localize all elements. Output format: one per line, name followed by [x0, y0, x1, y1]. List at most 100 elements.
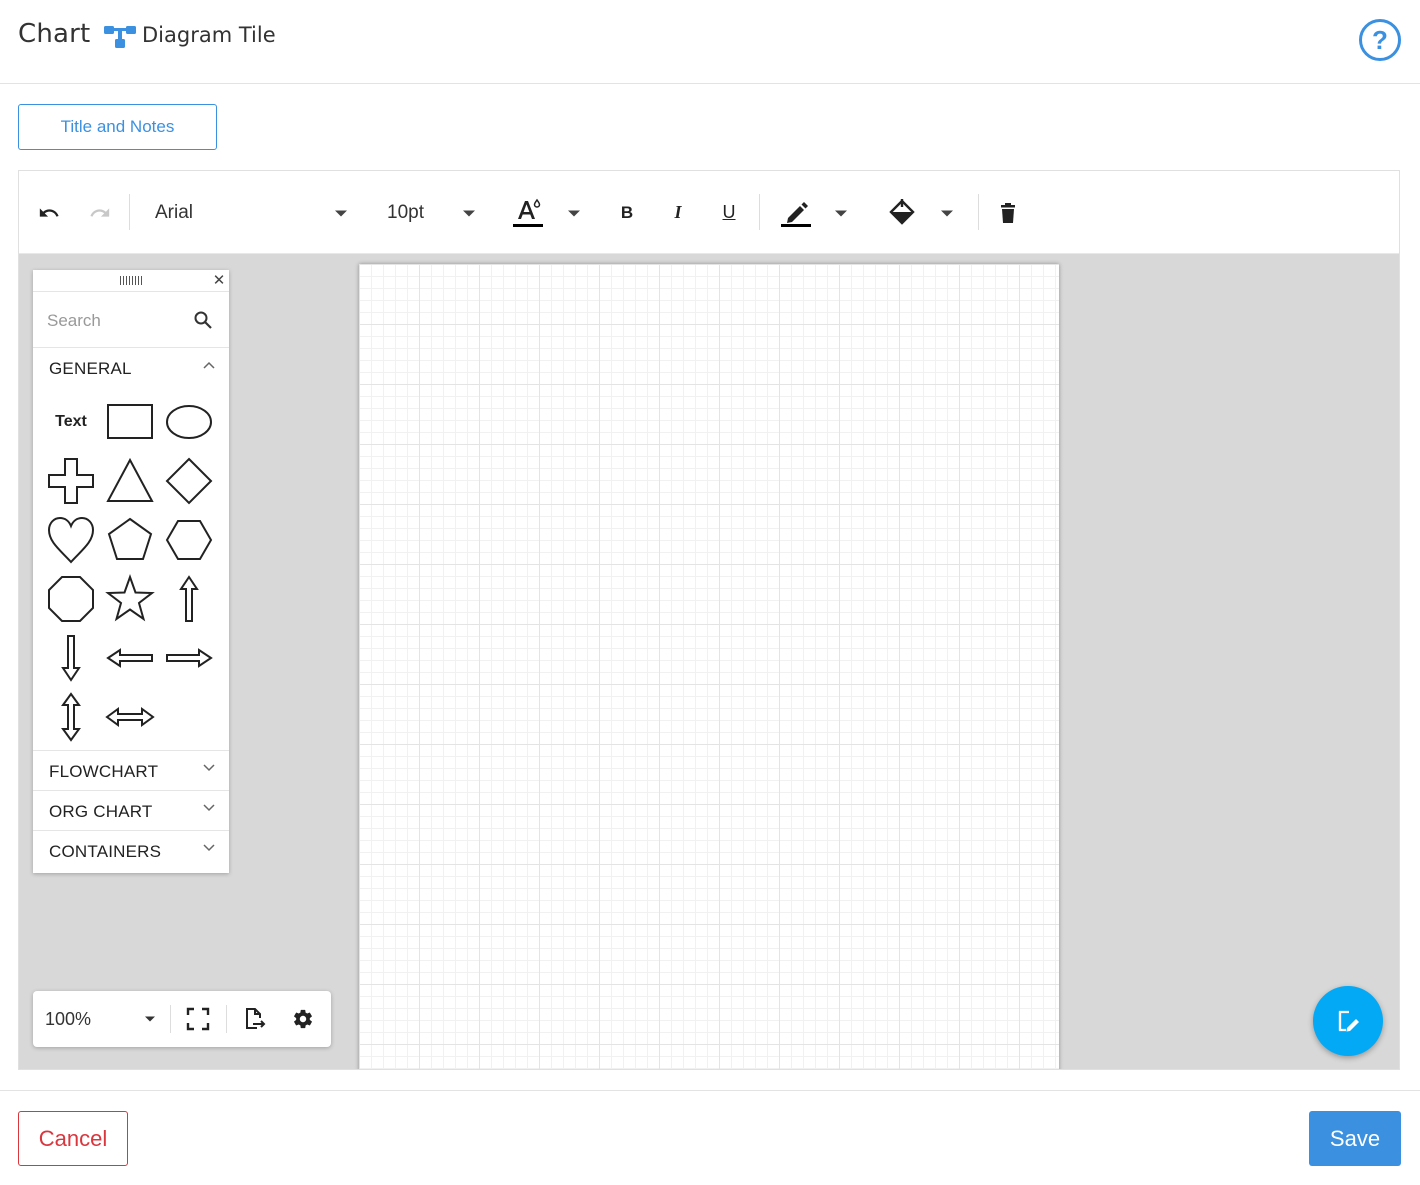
arrow-down-icon [61, 635, 81, 682]
gear-icon [294, 1009, 312, 1029]
arrow-up-icon [179, 575, 199, 622]
shape-arrow-up-down[interactable] [46, 692, 96, 742]
fullscreen-icon [186, 1007, 210, 1031]
italic-button[interactable]: I [666, 171, 690, 254]
chevron-down-icon [203, 764, 215, 772]
shape-text-label: Text [55, 413, 87, 430]
trash-icon [1001, 202, 1015, 223]
close-icon[interactable]: ✕ [211, 272, 227, 290]
redo-button[interactable] [84, 171, 116, 254]
footer-divider [0, 1090, 1420, 1091]
page-title: Chart [18, 19, 91, 49]
shape-heart[interactable] [46, 515, 96, 565]
caret-down-icon [835, 210, 847, 216]
export-button[interactable] [240, 991, 270, 1047]
font-family-value: Arial [155, 201, 194, 223]
drag-handle-icon[interactable] [120, 276, 142, 285]
section-containers[interactable]: CONTAINERS [33, 830, 229, 870]
fill-color-button[interactable] [887, 171, 917, 254]
cross-icon [48, 458, 94, 504]
text-color-icon [513, 198, 543, 227]
toolbar-separator [759, 194, 760, 230]
export-icon [246, 1008, 266, 1029]
line-color-button[interactable] [779, 171, 813, 254]
toolbar-separator [129, 194, 130, 230]
settings-button[interactable] [289, 991, 317, 1047]
zoom-separator [226, 1005, 227, 1033]
arrow-left-icon [106, 648, 153, 668]
help-button[interactable]: ? [1359, 19, 1401, 61]
section-org-chart-label: ORG CHART [49, 802, 153, 821]
section-flowchart-label: FLOWCHART [49, 762, 159, 781]
edit-note-icon [1338, 1010, 1359, 1032]
caret-down-icon [145, 1016, 155, 1022]
text-color-dropdown[interactable] [565, 171, 583, 254]
shape-triangle[interactable] [105, 456, 155, 506]
shape-star[interactable] [105, 574, 155, 624]
shape-arrow-up[interactable] [164, 574, 214, 624]
editor-toolbar: Arial 10pt B I U [19, 171, 1399, 254]
star-icon [105, 574, 155, 622]
underline-button[interactable]: U [717, 171, 741, 254]
arrow-right-icon [166, 648, 213, 668]
underline-icon: U [722, 202, 736, 222]
pen-icon [781, 201, 811, 227]
shape-arrow-right[interactable] [164, 633, 214, 683]
canvas-area[interactable]: ✕ GENERAL Text [19, 254, 1399, 1069]
shape-ellipse[interactable] [164, 397, 214, 447]
diagram-tile-icon [104, 25, 136, 49]
shape-arrow-left[interactable] [105, 633, 155, 683]
diamond-icon [165, 457, 213, 505]
shape-octagon[interactable] [46, 574, 96, 624]
shape-arrow-left-right[interactable] [105, 692, 155, 742]
octagon-icon [48, 576, 94, 622]
zoom-separator [170, 1005, 171, 1033]
shape-cross[interactable] [46, 456, 96, 506]
font-family-select[interactable]: Arial [155, 171, 347, 254]
shape-text[interactable]: Text [46, 397, 96, 447]
font-size-select[interactable]: 10pt [387, 171, 475, 254]
section-flowchart[interactable]: FLOWCHART [33, 750, 229, 790]
search-icon[interactable] [193, 310, 213, 330]
section-general[interactable]: GENERAL [33, 348, 229, 388]
font-size-value: 10pt [387, 201, 424, 223]
cancel-button[interactable]: Cancel [18, 1111, 128, 1166]
toolbar-separator [978, 194, 979, 230]
pentagon-icon [107, 517, 153, 560]
arrow-left-right-icon [105, 707, 155, 727]
delete-button[interactable] [995, 171, 1021, 254]
fill-color-dropdown[interactable] [938, 171, 956, 254]
undo-button[interactable] [33, 171, 65, 254]
shape-diamond[interactable] [164, 456, 214, 506]
palette-header: ✕ [33, 270, 229, 292]
zoom-level-value: 100% [45, 1008, 92, 1029]
edit-fab-button[interactable] [1313, 986, 1383, 1056]
save-button[interactable]: Save [1309, 1111, 1401, 1166]
arrow-up-down-icon [61, 692, 81, 742]
title-and-notes-button[interactable]: Title and Notes [18, 104, 217, 150]
chevron-down-icon [203, 804, 215, 812]
ellipse-icon [166, 405, 212, 439]
section-org-chart[interactable]: ORG CHART [33, 790, 229, 830]
redo-icon [90, 207, 110, 217]
shape-hexagon[interactable] [164, 515, 214, 565]
heart-icon [47, 516, 95, 564]
paint-bucket-icon [889, 198, 915, 225]
fit-to-screen-button[interactable] [183, 991, 213, 1047]
line-color-dropdown[interactable] [832, 171, 850, 254]
caret-down-icon [335, 210, 347, 216]
chevron-down-icon [203, 844, 215, 852]
caret-down-icon [568, 210, 580, 216]
text-color-button[interactable] [511, 171, 545, 254]
zoom-level-select[interactable]: 100% [45, 991, 155, 1047]
shape-rectangle[interactable] [105, 397, 155, 447]
caret-down-icon [463, 210, 475, 216]
italic-icon: I [674, 202, 682, 222]
shape-pentagon[interactable] [105, 515, 155, 565]
triangle-icon [106, 457, 154, 502]
shape-arrow-down[interactable] [46, 633, 96, 683]
diagram-page[interactable] [359, 264, 1059, 1069]
bold-button[interactable]: B [615, 171, 639, 254]
caret-down-icon [941, 210, 953, 216]
search-input[interactable] [47, 308, 187, 334]
